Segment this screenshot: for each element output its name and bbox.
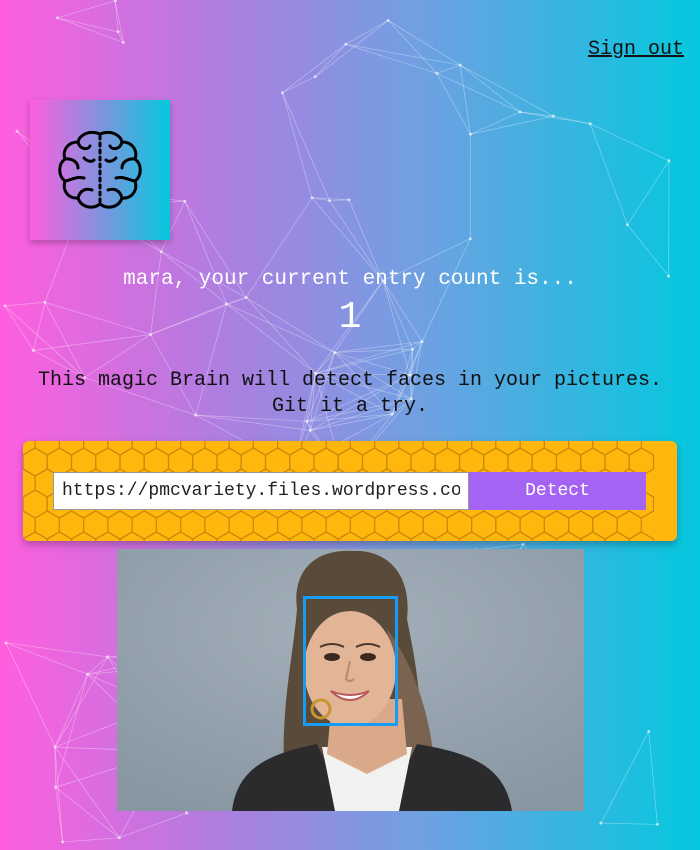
- logo[interactable]: [30, 100, 170, 240]
- sign-out-link[interactable]: Sign out: [588, 38, 684, 61]
- intro-text: This magic Brain will detect faces in yo…: [0, 368, 700, 420]
- entry-count-value: 1: [338, 296, 362, 339]
- detect-button[interactable]: Detect: [469, 472, 646, 510]
- entry-count-message: mara, your current entry count is...: [123, 268, 577, 291]
- face-bounding-box: [303, 596, 398, 726]
- image-url-input[interactable]: [53, 472, 469, 510]
- image-url-form: Detect: [23, 441, 677, 541]
- result-image: [117, 549, 584, 811]
- brain-icon: [58, 130, 142, 209]
- intro-line-2: Git it a try.: [271, 395, 429, 418]
- intro-line-1: This magic Brain will detect faces in yo…: [37, 369, 663, 392]
